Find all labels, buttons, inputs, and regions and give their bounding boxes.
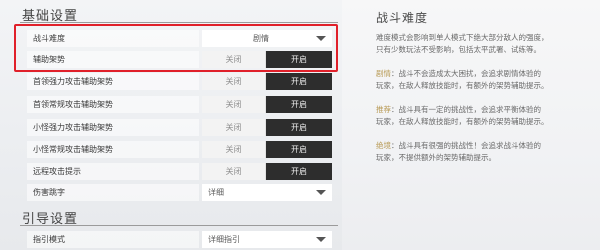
- info-intro-line-1: 难度模式会影响到单人模式下绝大部分敌人的强度，: [376, 33, 549, 42]
- boss-heavy-attack-label: 首领强力攻击辅助架势: [27, 73, 199, 90]
- info-panel: 战斗难度 难度模式会影响到单人模式下绝大部分敌人的强度， 只有少数玩法不受影响，…: [342, 0, 600, 250]
- info-story: 剧情：战斗不会造成太大困扰，会追求剧情体验的 玩家，在敌人释放技能时，有额外的架…: [376, 68, 592, 92]
- info-intro: 难度模式会影响到单人模式下绝大部分敌人的强度， 只有少数玩法不受影响，包括太平武…: [376, 32, 592, 56]
- info-story-label: 剧情: [376, 69, 391, 78]
- boss-normal-attack-row: 首领常规攻击辅助架势 关闭 开启: [27, 96, 332, 113]
- minion-heavy-attack-off-button[interactable]: 关闭: [202, 119, 266, 136]
- boss-heavy-attack-off-button[interactable]: 关闭: [202, 73, 266, 90]
- chevron-down-icon: [316, 237, 326, 242]
- info-recommended-text: ：战斗具有一定的挑战性，会追求平衡体验的: [391, 105, 541, 114]
- minion-normal-attack-off-button[interactable]: 关闭: [202, 141, 266, 158]
- minion-heavy-attack-on-button[interactable]: 开启: [266, 119, 332, 136]
- ranged-attack-hint-on-button[interactable]: 开启: [266, 163, 332, 180]
- minion-heavy-attack-row: 小怪强力攻击辅助架势 关闭 开启: [27, 119, 332, 136]
- info-story-line-2: 玩家，在敌人释放技能时，有额外的架势辅助提示。: [376, 81, 549, 90]
- highlight-box: [14, 24, 338, 72]
- ranged-attack-hint-label: 远程攻击提示: [27, 163, 199, 180]
- minion-normal-attack-row: 小怪常规攻击辅助架势 关闭 开启: [27, 141, 332, 158]
- info-intro-line-2: 只有少数玩法不受影响，包括太平武署、试练等。: [376, 45, 541, 54]
- info-hardcore-line-2: 玩家，不提供额外的架势辅助提示。: [376, 153, 496, 162]
- settings-panel: 基础设置 战斗难度 剧情 辅助架势 关闭 开启 首领强力攻击辅助架势 关闭 开启…: [0, 0, 340, 250]
- chevron-down-icon: [316, 190, 326, 195]
- minion-heavy-attack-label: 小怪强力攻击辅助架势: [27, 119, 199, 136]
- ranged-attack-hint-row: 远程攻击提示 关闭 开启: [27, 163, 332, 180]
- boss-heavy-attack-row: 首领强力攻击辅助架势 关闭 开启: [27, 73, 332, 90]
- boss-heavy-attack-toggle: 关闭 开启: [202, 73, 332, 90]
- damage-numbers-value: 详细: [208, 188, 224, 197]
- section-divider: [20, 225, 338, 226]
- guide-mode-dropdown[interactable]: 详细指引: [202, 231, 332, 248]
- damage-numbers-label: 伤害跳字: [27, 184, 199, 201]
- guide-mode-label: 指引模式: [27, 231, 199, 248]
- guide-mode-row[interactable]: 指引模式 详细指引: [27, 231, 332, 248]
- minion-heavy-attack-toggle: 关闭 开启: [202, 119, 332, 136]
- ranged-attack-hint-toggle: 关闭 开启: [202, 163, 332, 180]
- boss-normal-attack-toggle: 关闭 开启: [202, 96, 332, 113]
- ranged-attack-hint-off-button[interactable]: 关闭: [202, 163, 266, 180]
- info-story-text: ：战斗不会造成太大困扰，会追求剧情体验的: [391, 69, 541, 78]
- info-recommended-line-2: 玩家，在敌人释放技能时，有额外的架势辅助提示。: [376, 117, 549, 126]
- damage-numbers-dropdown[interactable]: 详细: [202, 184, 332, 201]
- minion-normal-attack-label: 小怪常规攻击辅助架势: [27, 141, 199, 158]
- boss-normal-attack-off-button[interactable]: 关闭: [202, 96, 266, 113]
- boss-normal-attack-label: 首领常规攻击辅助架势: [27, 96, 199, 113]
- damage-numbers-row[interactable]: 伤害跳字 详细: [27, 184, 332, 201]
- info-recommended: 推荐：战斗具有一定的挑战性，会追求平衡体验的 玩家，在敌人释放技能时，有额外的架…: [376, 104, 592, 128]
- info-hardcore-text: ：战斗具有很强的挑战性！会追求战斗体验的: [391, 141, 541, 150]
- boss-heavy-attack-on-button[interactable]: 开启: [266, 73, 332, 90]
- boss-normal-attack-on-button[interactable]: 开启: [266, 96, 332, 113]
- info-recommended-label: 推荐: [376, 105, 391, 114]
- info-hardcore-label: 绝境: [376, 141, 391, 150]
- guide-mode-value: 详细指引: [208, 235, 240, 244]
- info-title: 战斗难度: [376, 11, 429, 25]
- section-divider: [20, 22, 338, 23]
- minion-normal-attack-toggle: 关闭 开启: [202, 141, 332, 158]
- info-hardcore: 绝境：战斗具有很强的挑战性！会追求战斗体验的 玩家，不提供额外的架势辅助提示。: [376, 140, 592, 164]
- minion-normal-attack-on-button[interactable]: 开启: [266, 141, 332, 158]
